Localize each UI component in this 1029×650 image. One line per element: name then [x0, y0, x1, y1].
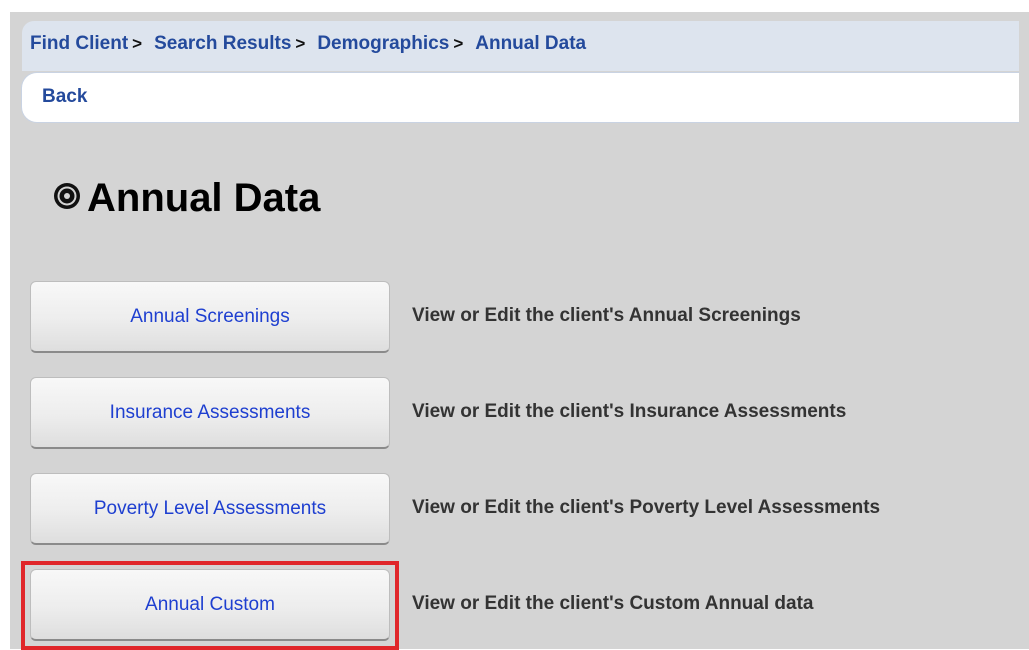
insurance-assessments-description: View or Edit the client's Insurance Asse…	[412, 401, 847, 422]
breadcrumb-separator: >	[132, 34, 143, 53]
annual-screenings-description: View or Edit the client's Annual Screeni…	[412, 305, 801, 326]
poverty-level-assessments-description: View or Edit the client's Poverty Level …	[412, 497, 881, 518]
breadcrumb-separator: >	[295, 34, 306, 53]
annual-custom-description: View or Edit the client's Custom Annual …	[412, 593, 814, 614]
annual-custom-button[interactable]: Annual Custom	[30, 569, 390, 641]
insurance-assessments-button[interactable]: Insurance Assessments	[30, 377, 390, 449]
gear-icon	[54, 183, 80, 209]
back-link[interactable]: Back	[42, 86, 87, 108]
breadcrumb: Find Client > Search Results > Demographics >…	[30, 33, 586, 55]
back-bar	[21, 72, 1019, 123]
breadcrumb-demographics[interactable]: Demographics	[317, 33, 449, 54]
breadcrumb-find-client[interactable]: Find Client	[30, 33, 128, 54]
annual-screenings-button[interactable]: Annual Screenings	[30, 281, 390, 353]
breadcrumb-search-results[interactable]: Search Results	[154, 33, 291, 54]
page-title: Annual Data	[87, 176, 321, 220]
poverty-level-assessments-button[interactable]: Poverty Level Assessments	[30, 473, 390, 545]
breadcrumb-annual-data[interactable]: Annual Data	[475, 33, 586, 54]
breadcrumb-separator: >	[453, 34, 464, 53]
